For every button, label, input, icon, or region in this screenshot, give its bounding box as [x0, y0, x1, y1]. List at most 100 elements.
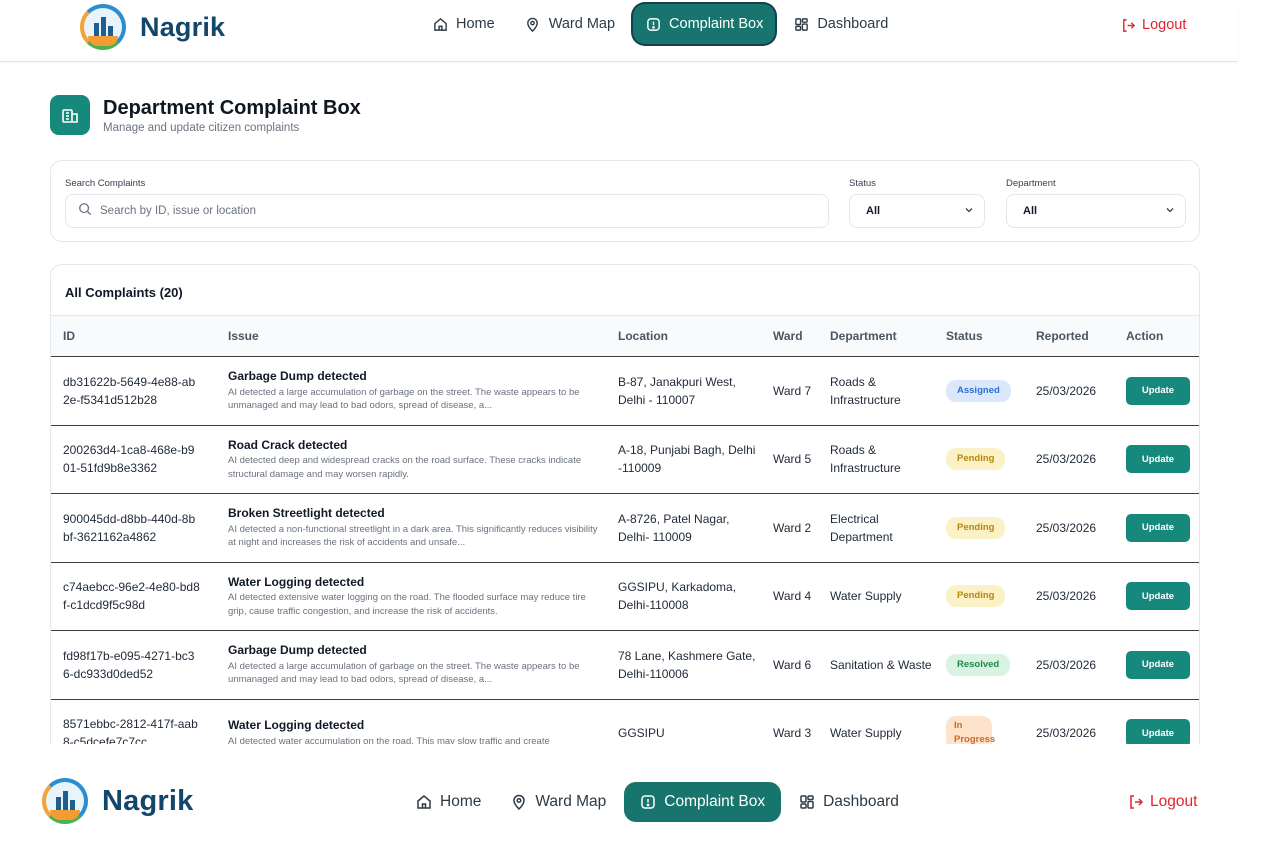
table-row: c74aebcc-96e2-4e80-bd8f-c1dcd9f5c98d Wat…: [51, 562, 1199, 631]
update-button[interactable]: Update: [1126, 582, 1190, 611]
department-cell: Electrical Department: [830, 511, 893, 544]
location-cell: B-87, Janakpuri West, Delhi - 110007: [618, 374, 736, 407]
logout-button[interactable]: Logout: [1120, 17, 1186, 33]
nav-complaint-box-label: Complaint Box: [669, 16, 764, 32]
status-cell: Assigned: [934, 357, 1024, 426]
search-box[interactable]: [65, 194, 829, 228]
department-cell: Sanitation & Waste: [830, 657, 932, 672]
complaints-table: ID Issue Location Ward Department Status…: [51, 315, 1199, 744]
status-badge: Pending: [946, 516, 1006, 539]
alert-box-icon: [645, 16, 661, 32]
nav-home[interactable]: Home: [404, 782, 493, 822]
nav-home[interactable]: Home: [420, 4, 507, 44]
brand-name: Nagrik: [102, 784, 194, 817]
nav-dashboard[interactable]: Dashboard: [787, 782, 911, 822]
issue-cell: Road Crack detected AI detected deep and…: [216, 425, 606, 494]
reported-cell: 25/03/2026: [1036, 383, 1097, 398]
table-header-row: ID Issue Location Ward Department Status…: [51, 315, 1199, 357]
issue-title: Garbage Dump detected: [228, 369, 367, 384]
nagrik-logo-icon: [78, 2, 128, 52]
nav-dashboard-label: Dashboard: [817, 16, 889, 32]
action-cell: Update: [1114, 357, 1199, 426]
nav-ward-map[interactable]: Ward Map: [513, 4, 627, 44]
department-select[interactable]: All: [1006, 194, 1186, 228]
complaint-id: c74aebcc-96e2-4e80-bd8f-c1dcd9f5c98d: [63, 580, 200, 613]
nav-complaint-box[interactable]: Complaint Box: [624, 782, 782, 822]
home-icon: [416, 794, 432, 810]
main-nav: Home Ward Map Complaint Box Dashboard: [404, 782, 911, 822]
logout-icon: [1128, 794, 1144, 810]
nav-dashboard[interactable]: Dashboard: [781, 4, 900, 44]
update-button[interactable]: Update: [1126, 719, 1190, 744]
table-row: 900045dd-d8bb-440d-8bbf-3621162a4862 Bro…: [51, 494, 1199, 563]
issue-description: AI detected a large accumulation of garb…: [228, 660, 580, 686]
action-cell: Update: [1114, 494, 1199, 563]
reported-cell: 25/03/2026: [1036, 657, 1097, 672]
nav-ward-map[interactable]: Ward Map: [499, 782, 618, 822]
issue-cell: Broken Streetlight detected AI detected …: [216, 494, 606, 563]
update-button[interactable]: Update: [1126, 650, 1190, 679]
department-cell: Roads & Infrastructure: [830, 374, 901, 407]
col-id: ID: [63, 329, 75, 343]
nav-home-label: Home: [440, 793, 482, 810]
update-button[interactable]: Update: [1126, 513, 1190, 542]
issue-title: Water Logging detected: [228, 574, 365, 589]
issue-title: Garbage Dump detected: [228, 643, 367, 658]
reported-cell: 25/03/2026: [1036, 520, 1097, 535]
grid-icon: [799, 794, 815, 810]
issue-description: AI detected water accumulation on the ro…: [228, 735, 550, 744]
col-issue: Issue: [228, 329, 259, 343]
col-department: Department: [830, 329, 897, 343]
brand[interactable]: Nagrik: [78, 2, 225, 52]
issue-title: Broken Streetlight detected: [228, 506, 385, 521]
action-cell: Update: [1114, 631, 1199, 700]
department-cell: Water Supply: [830, 726, 902, 741]
complaint-id: 8571ebbc-2812-417f-aab8-c5dcefe7c7cc: [63, 717, 198, 744]
location-cell: GGSIPU, Karkadoma, Delhi-110008: [618, 580, 737, 613]
location-cell: 78 Lane, Kashmere Gate, Delhi-110006: [618, 648, 756, 681]
status-cell: Pending: [934, 562, 1024, 631]
complaint-id: 200263d4-1ca8-468e-b901-51fd9b8e3362: [63, 443, 195, 476]
logout-icon: [1120, 17, 1136, 33]
table-row: fd98f17b-e095-4271-bc36-dc933d0ded52 Gar…: [51, 631, 1199, 700]
logout-label: Logout: [1150, 793, 1198, 810]
department-cell: Water Supply: [830, 589, 902, 604]
ward-cell: Ward 4: [773, 589, 812, 604]
issue-cell: Garbage Dump detected AI detected a larg…: [216, 357, 606, 426]
ward-cell: Ward 2: [773, 520, 812, 535]
complaint-id: 900045dd-d8bb-440d-8bbf-3621162a4862: [63, 511, 196, 544]
table-row: 200263d4-1ca8-468e-b901-51fd9b8e3362 Roa…: [51, 425, 1199, 494]
nav-home-label: Home: [456, 16, 495, 32]
update-button[interactable]: Update: [1126, 445, 1190, 474]
department-cell: Roads & Infrastructure: [830, 443, 901, 476]
status-badge: Assigned: [946, 379, 1011, 402]
logout-button[interactable]: Logout: [1128, 793, 1197, 811]
table-row: 8571ebbc-2812-417f-aab8-c5dcefe7c7cc Wat…: [51, 699, 1199, 744]
action-cell: Update: [1114, 699, 1199, 744]
reported-cell: 25/03/2026: [1036, 452, 1097, 467]
nav-complaint-box[interactable]: Complaint Box: [633, 4, 776, 44]
bottom-navbar: Nagrik Home Ward Map Complaint Box Dashb…: [0, 770, 1274, 836]
update-button[interactable]: Update: [1126, 376, 1190, 405]
status-select[interactable]: All: [849, 194, 985, 228]
complaints-table-card: All Complaints (20) ID Issue Location Wa…: [50, 264, 1200, 744]
status-cell: Pending: [934, 425, 1024, 494]
page-header: Department Complaint Box Manage and upda…: [50, 95, 361, 135]
search-input[interactable]: [100, 205, 828, 217]
brand-name: Nagrik: [140, 11, 226, 42]
status-cell: In Progress: [934, 699, 1024, 744]
grid-icon: [793, 16, 809, 32]
issue-title: Water Logging detected: [228, 718, 365, 733]
home-icon: [432, 16, 448, 32]
nav-complaint-box-label: Complaint Box: [664, 793, 766, 810]
ward-cell: Ward 7: [773, 383, 812, 398]
main-nav: Home Ward Map Complaint Box Dashboard: [420, 4, 900, 44]
location-cell: GGSIPU: [618, 726, 665, 741]
status-select-value: All: [866, 205, 881, 217]
location-cell: A-8726, Patel Nagar, Delhi- 110009: [618, 511, 730, 544]
brand[interactable]: Nagrik: [40, 776, 193, 826]
alert-box-icon: [640, 794, 656, 810]
status-badge: Pending: [946, 585, 1006, 608]
issue-description: AI detected deep and widespread cracks o…: [228, 455, 582, 480]
issue-cell: Garbage Dump detected AI detected a larg…: [216, 631, 606, 700]
